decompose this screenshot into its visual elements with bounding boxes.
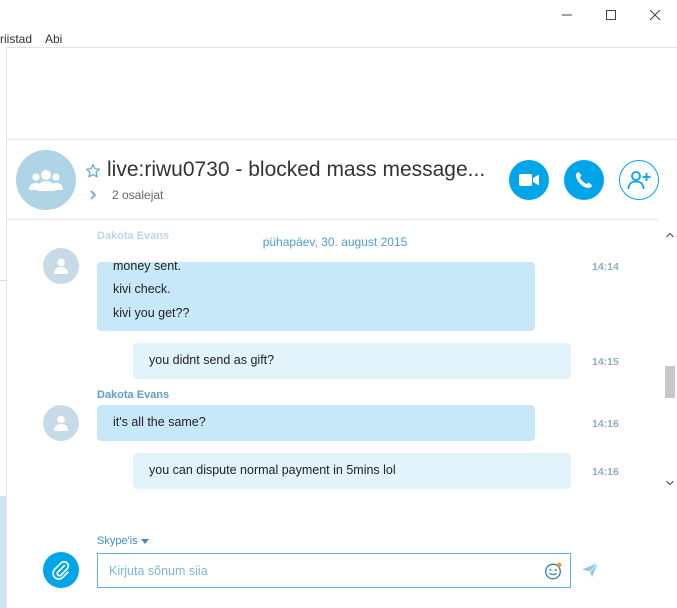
group-icon bbox=[29, 170, 63, 191]
add-people-button[interactable] bbox=[619, 160, 659, 200]
sidebar-selected-item[interactable] bbox=[0, 496, 6, 608]
avatar[interactable] bbox=[43, 405, 79, 441]
attach-button[interactable] bbox=[43, 552, 79, 588]
menu-divider bbox=[6, 47, 677, 48]
message-input-box[interactable] bbox=[97, 553, 571, 588]
message-time: 14:16 bbox=[592, 418, 619, 430]
paperclip-icon bbox=[52, 560, 70, 580]
avatar[interactable] bbox=[43, 248, 79, 284]
sidebar-divider bbox=[0, 280, 6, 281]
caret-down-icon bbox=[140, 538, 149, 544]
menu-item-tools[interactable]: riistad bbox=[0, 32, 32, 46]
person-icon bbox=[54, 258, 68, 274]
menu-bar: riistad Abi bbox=[0, 30, 677, 48]
message-scrollbar[interactable] bbox=[663, 222, 677, 494]
message-bubble-outgoing[interactable]: you didnt send as gift? bbox=[133, 343, 571, 379]
menu-item-help[interactable]: Abi bbox=[45, 32, 62, 46]
toolbar-divider bbox=[7, 139, 677, 140]
sender-name[interactable]: Dakota Evans bbox=[97, 389, 169, 401]
group-avatar[interactable] bbox=[16, 150, 76, 210]
phone-icon bbox=[576, 172, 592, 188]
scroll-down-icon[interactable] bbox=[666, 473, 674, 491]
person-icon bbox=[54, 415, 68, 431]
sidebar-edge bbox=[0, 48, 7, 608]
minimize-icon[interactable] bbox=[545, 0, 589, 30]
conversation-title: live:riwu0730 - blocked mass message... bbox=[107, 158, 486, 181]
audio-call-button[interactable] bbox=[564, 160, 604, 200]
send-icon[interactable] bbox=[581, 562, 599, 583]
video-camera-icon bbox=[519, 174, 539, 186]
message-line: kivi check. bbox=[113, 282, 171, 296]
send-mode-label: Skype'is bbox=[97, 535, 138, 547]
message-line: kivi you get?? bbox=[113, 306, 190, 320]
date-header: pühapäev, 30. august 2015 bbox=[262, 235, 408, 249]
message-time: 14:16 bbox=[592, 466, 619, 478]
maximize-icon[interactable] bbox=[589, 0, 633, 30]
message-input[interactable] bbox=[109, 554, 529, 587]
video-call-button[interactable] bbox=[509, 160, 549, 200]
message-bubble[interactable]: money sent. kivi check. kivi you get?? bbox=[97, 259, 535, 331]
scrollbar-thumb[interactable] bbox=[665, 366, 675, 398]
message-list[interactable]: Dakota Evans pühapäev, 30. august 2015 m… bbox=[7, 220, 663, 496]
add-person-icon bbox=[627, 171, 651, 190]
close-icon[interactable] bbox=[633, 0, 677, 30]
message-time: 14:14 bbox=[592, 261, 619, 273]
scroll-up-icon[interactable] bbox=[666, 225, 674, 243]
message-line: you can dispute normal payment in 5mins … bbox=[149, 463, 396, 477]
message-line: it's all the same? bbox=[113, 415, 206, 429]
emoji-icon[interactable] bbox=[544, 562, 562, 585]
send-mode-selector[interactable]: Skype'is bbox=[97, 535, 149, 547]
message-bubble-outgoing[interactable]: you can dispute normal payment in 5mins … bbox=[133, 453, 571, 489]
star-icon[interactable] bbox=[85, 163, 101, 184]
message-line: money sent. bbox=[113, 259, 182, 273]
chevron-right-icon[interactable] bbox=[88, 188, 98, 206]
window-controls bbox=[545, 0, 677, 30]
participants-count[interactable]: 2 osalejat bbox=[112, 188, 163, 202]
message-line: you didnt send as gift? bbox=[149, 353, 275, 367]
message-time: 14:15 bbox=[592, 356, 619, 368]
skype-window: riistad Abi live:riwu0730 - blocked mass… bbox=[0, 0, 677, 608]
message-bubble[interactable]: it's all the same? bbox=[97, 405, 535, 441]
